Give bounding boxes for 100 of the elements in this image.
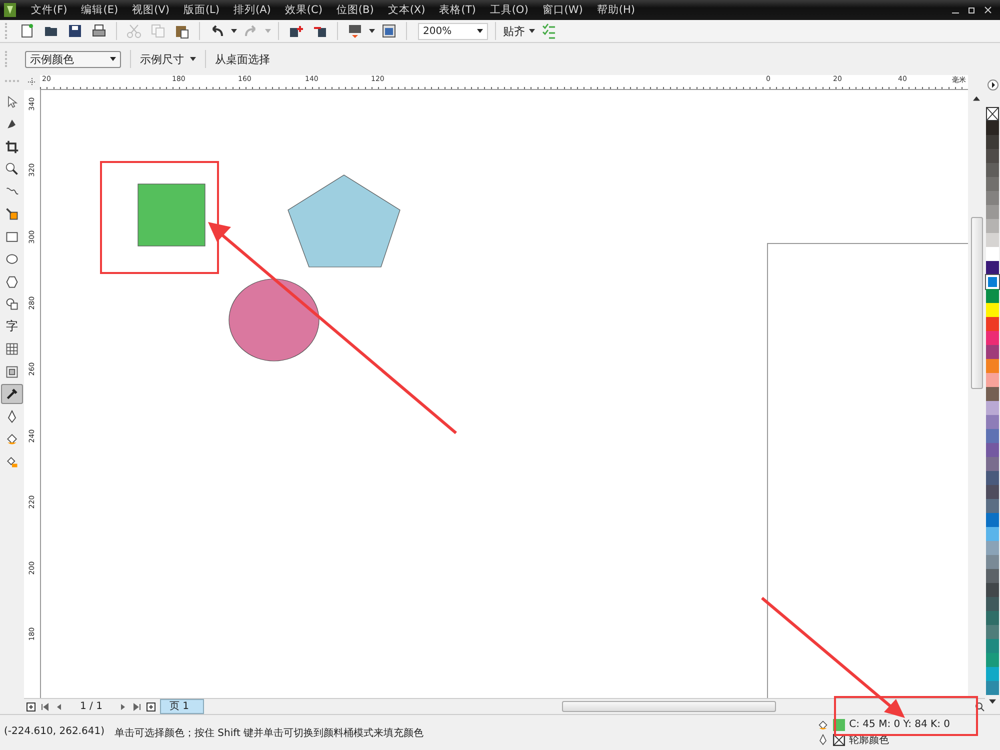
color-swatch[interactable]: [986, 555, 999, 569]
color-swatch[interactable]: [986, 261, 999, 275]
color-swatch[interactable]: [986, 373, 999, 387]
color-swatch[interactable]: [986, 275, 999, 289]
color-swatch[interactable]: [986, 149, 999, 163]
color-swatch[interactable]: [986, 667, 999, 681]
pentagon-shape[interactable]: [288, 174, 400, 268]
color-swatch[interactable]: [986, 583, 999, 597]
monitor-icon[interactable]: [347, 23, 363, 39]
color-mode-dropdown[interactable]: 示例颜色: [25, 50, 121, 68]
menu-item[interactable]: 位图(B): [329, 3, 381, 17]
menu-item[interactable]: 窗口(W): [535, 3, 590, 17]
clipboard-icon[interactable]: [174, 23, 190, 39]
square-shape[interactable]: [138, 184, 206, 246]
menu-item[interactable]: 视图(V): [125, 3, 176, 17]
first-page-icon[interactable]: [40, 702, 50, 712]
printer-icon[interactable]: [91, 23, 107, 39]
color-swatch[interactable]: [986, 415, 999, 429]
color-swatch[interactable]: [986, 359, 999, 373]
color-swatch[interactable]: [986, 303, 999, 317]
color-swatch[interactable]: [986, 387, 999, 401]
color-swatch[interactable]: [986, 429, 999, 443]
import-icon[interactable]: [288, 23, 304, 39]
paint-bucket-icon: [817, 718, 830, 730]
color-swatch[interactable]: [986, 653, 999, 667]
color-swatch[interactable]: [986, 443, 999, 457]
caret-icon[interactable]: [529, 29, 535, 33]
caret-icon[interactable]: [110, 57, 116, 61]
window-icon[interactable]: [381, 23, 397, 39]
new-document-icon[interactable]: [19, 23, 35, 39]
options-list-icon[interactable]: [541, 23, 557, 39]
color-swatch[interactable]: [986, 625, 999, 639]
color-swatch[interactable]: [986, 121, 999, 135]
color-swatch[interactable]: [986, 331, 999, 345]
color-swatch[interactable]: [986, 569, 999, 583]
color-swatch[interactable]: [986, 457, 999, 471]
menu-item[interactable]: 帮助(H): [590, 3, 642, 17]
sample-size-button[interactable]: 示例尺寸: [140, 52, 184, 66]
scroll-up-icon[interactable]: [986, 79, 998, 91]
pen-nib-icon: [817, 734, 830, 746]
scroll-up-icon[interactable]: [973, 96, 980, 101]
caret-icon[interactable]: [369, 29, 375, 33]
color-swatch[interactable]: [986, 205, 999, 219]
color-swatch[interactable]: [986, 513, 999, 527]
add-page-icon[interactable]: [26, 702, 36, 712]
color-swatch[interactable]: [986, 541, 999, 555]
zoom-dropdown[interactable]: 200%: [418, 22, 488, 40]
text-tool-button[interactable]: 字: [1, 316, 23, 336]
color-swatch[interactable]: [986, 401, 999, 415]
restore-icon[interactable]: [968, 6, 976, 14]
color-swatch[interactable]: [986, 681, 999, 695]
color-swatch[interactable]: [986, 597, 999, 611]
menu-item[interactable]: 排列(A): [226, 3, 278, 17]
polygon-icon: [5, 274, 19, 288]
menu-item[interactable]: 文本(X): [380, 3, 432, 17]
color-swatch[interactable]: [986, 471, 999, 485]
contour-icon: [5, 364, 19, 378]
no-color-swatch[interactable]: [986, 107, 999, 121]
color-swatch[interactable]: [986, 485, 999, 499]
fill-color-value: C: 45 M: 0 Y: 84 K: 0: [849, 719, 950, 730]
color-swatch[interactable]: [986, 317, 999, 331]
scrollbar-thumb[interactable]: [970, 217, 982, 389]
color-swatch[interactable]: [986, 527, 999, 541]
zoom-icon[interactable]: [975, 702, 985, 712]
menu-item[interactable]: 文件(F): [24, 3, 74, 17]
color-swatch[interactable]: [986, 177, 999, 191]
add-page-icon[interactable]: [146, 702, 156, 712]
close-icon[interactable]: [984, 6, 992, 14]
color-swatch[interactable]: [986, 611, 999, 625]
caret-icon[interactable]: [477, 29, 483, 33]
ellipse-shape[interactable]: [228, 278, 320, 362]
app-logo-icon: [4, 3, 16, 17]
scrollbar-thumb[interactable]: [562, 701, 776, 712]
color-swatch[interactable]: [986, 233, 999, 247]
color-swatch[interactable]: [986, 135, 999, 149]
caret-icon[interactable]: [989, 699, 996, 704]
color-swatch[interactable]: [986, 345, 999, 359]
color-swatch[interactable]: [986, 247, 999, 261]
crop-icon: [5, 140, 19, 154]
color-swatch[interactable]: [986, 499, 999, 513]
save-icon[interactable]: [67, 23, 83, 39]
select-from-desktop-button[interactable]: 从桌面选择: [215, 52, 270, 66]
menu-item[interactable]: 工具(O): [482, 3, 536, 17]
snap-button[interactable]: 贴齐: [503, 24, 525, 38]
color-swatch[interactable]: [986, 639, 999, 653]
menu-item[interactable]: 版面(L): [176, 3, 226, 17]
menu-item[interactable]: 效果(C): [278, 3, 330, 17]
tool-button[interactable]: [1, 384, 23, 404]
menu-item[interactable]: 表格(T): [432, 3, 483, 17]
color-swatch[interactable]: [986, 289, 999, 303]
color-swatch[interactable]: [986, 191, 999, 205]
menu-item[interactable]: 编辑(E): [74, 3, 126, 17]
caret-icon[interactable]: [190, 57, 196, 61]
ruler-origin-icon[interactable]: [27, 77, 37, 87]
last-page-icon[interactable]: [132, 702, 142, 712]
caret-icon[interactable]: [231, 29, 237, 33]
page-tab[interactable]: 页 1: [160, 699, 204, 714]
eyedropper-icon: [5, 387, 19, 401]
color-swatch[interactable]: [986, 219, 999, 233]
color-swatch[interactable]: [986, 163, 999, 177]
